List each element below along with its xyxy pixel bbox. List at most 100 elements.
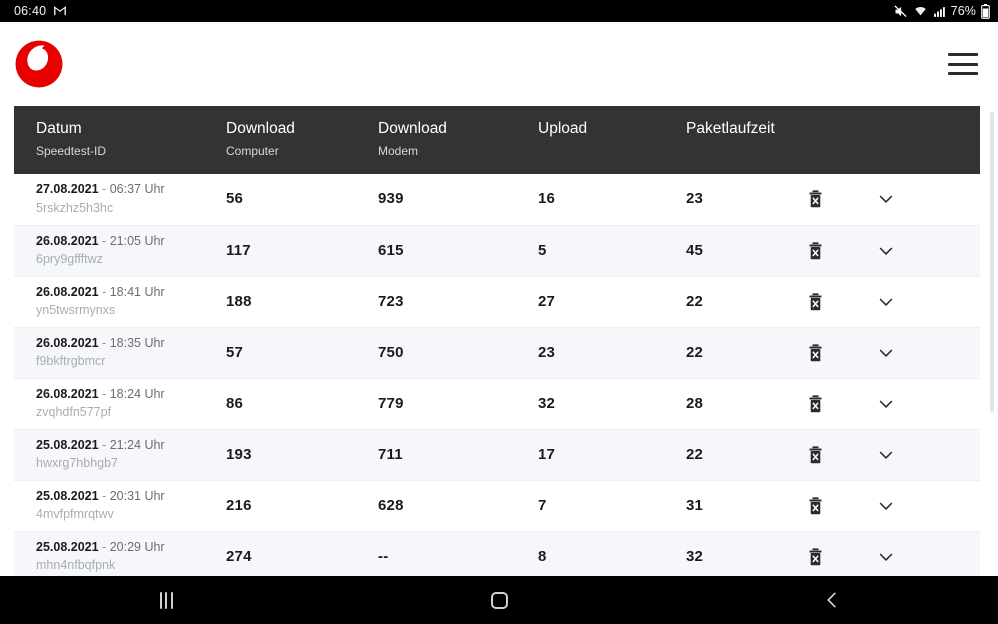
cell-expand[interactable] xyxy=(876,531,980,576)
delete-button[interactable] xyxy=(808,293,876,311)
chevron-down-icon[interactable] xyxy=(876,292,896,312)
column-subtitle-speedtest-id: Speedtest-ID xyxy=(36,145,226,158)
expand-row-button[interactable] xyxy=(876,547,980,567)
cell-upload: 5 xyxy=(538,225,686,276)
vodafone-logo xyxy=(14,39,64,89)
cell-expand[interactable] xyxy=(876,480,980,531)
vertical-scrollbar[interactable] xyxy=(990,106,994,576)
cell-download-computer: 117 xyxy=(226,225,378,276)
row-date-separator: - xyxy=(102,489,106,503)
back-button[interactable] xyxy=(665,590,998,610)
table-row[interactable]: 26.08.2021 - 18:35 Uhrf9bkftrgbmcr577502… xyxy=(14,327,980,378)
cell-download-computer: 274 xyxy=(226,531,378,576)
row-date-line: 25.08.2021 - 20:31 Uhr xyxy=(36,489,226,505)
recents-bar-3 xyxy=(171,592,173,609)
cell-expand[interactable] xyxy=(876,225,980,276)
table-row[interactable]: 25.08.2021 - 20:31 Uhr4mvfpfmrqtwv216628… xyxy=(14,480,980,531)
column-title-datum: Datum xyxy=(36,120,226,138)
cell-delete[interactable] xyxy=(808,429,876,480)
row-speedtest-id: 6pry9gffftwz xyxy=(36,252,226,267)
row-date-separator: - xyxy=(102,387,106,401)
chevron-down-icon[interactable] xyxy=(876,394,896,414)
trash-delete-icon[interactable] xyxy=(808,242,823,260)
trash-delete-icon[interactable] xyxy=(808,344,823,362)
cell-delete[interactable] xyxy=(808,327,876,378)
cell-expand[interactable] xyxy=(876,378,980,429)
table-row[interactable]: 26.08.2021 - 18:24 Uhrzvqhdfn577pf867793… xyxy=(14,378,980,429)
cell-expand[interactable] xyxy=(876,276,980,327)
delete-button[interactable] xyxy=(808,497,876,515)
cell-delete[interactable] xyxy=(808,378,876,429)
trash-delete-icon[interactable] xyxy=(808,548,823,566)
value-paketlaufzeit: 22 xyxy=(686,344,703,361)
wifi-icon xyxy=(913,4,928,18)
row-date-separator: - xyxy=(102,540,106,554)
hamburger-menu-icon[interactable] xyxy=(948,53,978,75)
hamburger-line-2 xyxy=(948,63,978,66)
trash-delete-icon[interactable] xyxy=(808,293,823,311)
table-row[interactable]: 25.08.2021 - 21:24 Uhrhwxrg7hbhgb7193711… xyxy=(14,429,980,480)
cell-delete[interactable] xyxy=(808,225,876,276)
expand-row-button[interactable] xyxy=(876,189,980,209)
cell-expand[interactable] xyxy=(876,429,980,480)
cell-delete[interactable] xyxy=(808,531,876,576)
expand-row-button[interactable] xyxy=(876,343,980,363)
row-speedtest-id: 4mvfpfmrqtwv xyxy=(36,507,226,522)
expand-row-button[interactable] xyxy=(876,496,980,516)
expand-row-button[interactable] xyxy=(876,394,980,414)
delete-button[interactable] xyxy=(808,344,876,362)
cell-expand[interactable] xyxy=(876,174,980,225)
chevron-down-icon[interactable] xyxy=(876,547,896,567)
battery-icon xyxy=(981,4,990,19)
table-row[interactable]: 27.08.2021 - 06:37 Uhr5rskzhz5h3hc569391… xyxy=(14,174,980,225)
speedtest-table-container[interactable]: Datum Speedtest-ID Download Computer Dow… xyxy=(0,106,998,576)
recents-icon xyxy=(160,592,173,609)
expand-row-button[interactable] xyxy=(876,292,980,312)
value-download-modem: 750 xyxy=(378,344,404,361)
cell-delete[interactable] xyxy=(808,480,876,531)
column-header-paketlaufzeit: Paketlaufzeit xyxy=(686,106,808,174)
row-date-separator: - xyxy=(102,285,106,299)
table-row[interactable]: 26.08.2021 - 18:41 Uhryn5twsrmynxs188723… xyxy=(14,276,980,327)
delete-button[interactable] xyxy=(808,242,876,260)
chevron-down-icon[interactable] xyxy=(876,496,896,516)
trash-delete-icon[interactable] xyxy=(808,190,823,208)
value-upload: 5 xyxy=(538,242,547,259)
cell-paketlaufzeit: 31 xyxy=(686,480,808,531)
row-date-separator: - xyxy=(102,336,106,350)
delete-button[interactable] xyxy=(808,446,876,464)
row-date-line: 26.08.2021 - 18:41 Uhr xyxy=(36,285,226,301)
column-title-download-modem: Download xyxy=(378,120,538,138)
cellular-signal-icon xyxy=(933,5,946,18)
recents-bar-2 xyxy=(165,592,167,609)
battery-percent-label: 76% xyxy=(951,4,976,18)
chevron-down-icon[interactable] xyxy=(876,189,896,209)
cell-expand[interactable] xyxy=(876,327,980,378)
delete-button[interactable] xyxy=(808,190,876,208)
row-speedtest-id: yn5twsrmynxs xyxy=(36,303,226,318)
chevron-down-icon[interactable] xyxy=(876,241,896,261)
status-bar-clock: 06:40 xyxy=(14,4,46,18)
value-download-modem: -- xyxy=(378,548,388,565)
recents-button[interactable] xyxy=(0,592,333,609)
value-upload: 27 xyxy=(538,293,555,310)
trash-delete-icon[interactable] xyxy=(808,446,823,464)
trash-delete-icon[interactable] xyxy=(808,395,823,413)
value-download-computer: 57 xyxy=(226,344,243,361)
expand-row-button[interactable] xyxy=(876,445,980,465)
cell-delete[interactable] xyxy=(808,276,876,327)
row-date: 26.08.2021 xyxy=(36,234,99,248)
delete-button[interactable] xyxy=(808,548,876,566)
chevron-down-icon[interactable] xyxy=(876,343,896,363)
delete-button[interactable] xyxy=(808,395,876,413)
home-button[interactable] xyxy=(333,592,666,609)
scrollbar-thumb[interactable] xyxy=(990,112,994,412)
column-subtitle-computer: Computer xyxy=(226,145,378,158)
cell-delete[interactable] xyxy=(808,174,876,225)
trash-delete-icon[interactable] xyxy=(808,497,823,515)
cell-upload: 27 xyxy=(538,276,686,327)
chevron-down-icon[interactable] xyxy=(876,445,896,465)
table-row[interactable]: 25.08.2021 - 20:29 Uhrmhn4nfbqfpnk274--8… xyxy=(14,531,980,576)
table-row[interactable]: 26.08.2021 - 21:05 Uhr6pry9gffftwz117615… xyxy=(14,225,980,276)
expand-row-button[interactable] xyxy=(876,241,980,261)
